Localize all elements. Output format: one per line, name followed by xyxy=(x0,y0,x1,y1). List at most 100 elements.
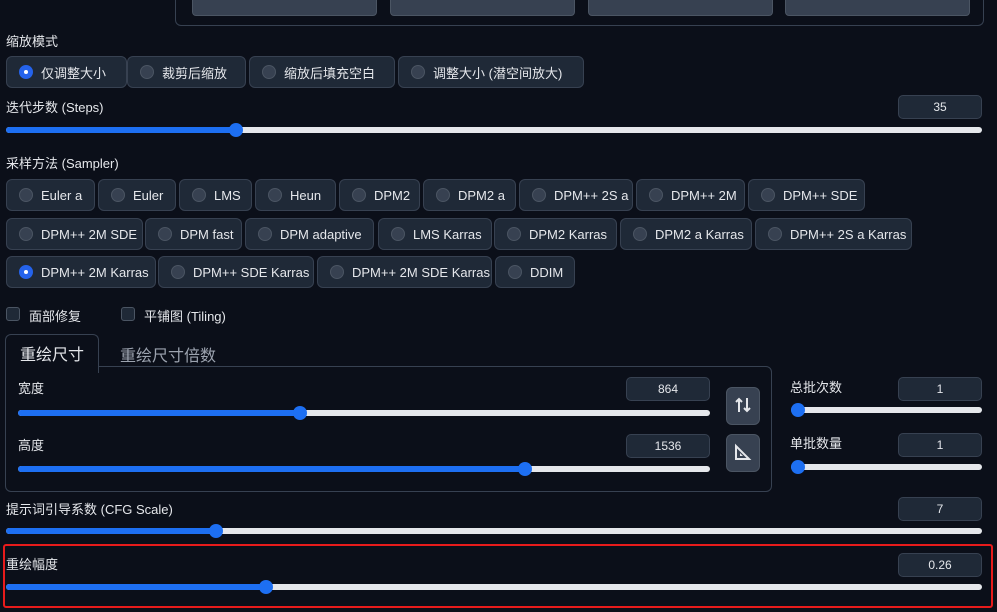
resize-mode-option-label: 调整大小 (潜空间放大) xyxy=(433,65,563,81)
height-input[interactable]: 1536 xyxy=(626,434,710,458)
sampler-option[interactable]: DPM++ 2S a xyxy=(519,179,633,211)
radio-icon xyxy=(19,227,33,241)
radio-icon xyxy=(262,65,276,79)
radio-icon xyxy=(411,65,425,79)
tiling-checkbox[interactable] xyxy=(121,307,135,321)
slider-thumb[interactable] xyxy=(259,580,273,594)
batch-count-slider[interactable] xyxy=(791,402,982,418)
cfg-scale-slider[interactable] xyxy=(6,523,982,539)
height-slider[interactable] xyxy=(18,461,710,477)
sampler-option[interactable]: Euler a xyxy=(6,179,95,211)
sampler-option[interactable]: Euler xyxy=(98,179,176,211)
swap-dimensions-button[interactable] xyxy=(726,387,760,425)
radio-icon xyxy=(111,188,125,202)
width-slider[interactable] xyxy=(18,405,710,421)
radio-icon xyxy=(633,227,647,241)
sampler-option[interactable]: DDIM xyxy=(495,256,575,288)
slider-fill xyxy=(6,584,263,590)
batch-count-input[interactable]: 1 xyxy=(898,377,982,401)
slider-thumb[interactable] xyxy=(517,462,532,476)
batch-size-label: 单批数量 xyxy=(790,436,843,451)
sampler-option[interactable]: DPM2 Karras xyxy=(494,218,617,250)
tiling-label: 平铺图 (Tiling) xyxy=(144,309,226,324)
slider-fill xyxy=(6,528,212,534)
sampler-option[interactable]: DPM2 a Karras xyxy=(620,218,752,250)
sampler-option-label: DPM++ 2S a Karras xyxy=(790,226,907,242)
radio-icon xyxy=(330,265,344,279)
sampler-option[interactable]: DPM++ 2M SDE Karras xyxy=(317,256,492,288)
sampler-option-label: DDIM xyxy=(530,264,564,280)
sampler-option-label: Euler a xyxy=(41,187,83,203)
top-button-3[interactable] xyxy=(588,0,773,16)
sampler-option[interactable]: DPM++ 2M xyxy=(636,179,745,211)
radio-icon xyxy=(532,188,546,202)
resize-mode-option-label: 裁剪后缩放 xyxy=(162,65,228,81)
sampler-option-label: DPM fast xyxy=(180,226,234,242)
denoising-slider[interactable] xyxy=(6,579,982,595)
top-button-4[interactable] xyxy=(785,0,970,16)
resize-mode-option[interactable]: 缩放后填充空白 xyxy=(249,56,395,88)
radio-icon xyxy=(171,265,185,279)
resize-mode-label: 缩放模式 xyxy=(6,34,59,49)
batch-size-input[interactable]: 1 xyxy=(898,433,982,457)
radio-icon xyxy=(768,227,782,241)
slider-track xyxy=(791,464,982,470)
resize-mode-option[interactable]: 裁剪后缩放 xyxy=(127,56,246,88)
radio-icon xyxy=(258,227,272,241)
radio-icon xyxy=(436,188,450,202)
radio-icon xyxy=(19,65,33,79)
sampler-option[interactable]: DPM2 a xyxy=(423,179,516,211)
steps-input[interactable]: 35 xyxy=(898,95,982,119)
resize-mode-option[interactable]: 调整大小 (潜空间放大) xyxy=(398,56,584,88)
cfg-scale-label: 提示词引导系数 (CFG Scale) xyxy=(6,502,173,517)
batch-count-label: 总批次数 xyxy=(790,380,843,395)
sampler-option[interactable]: LMS xyxy=(179,179,252,211)
triangle-ruler-icon xyxy=(734,443,752,464)
steps-label: 迭代步数 (Steps) xyxy=(6,100,104,115)
sampler-option-label: DPM2 Karras xyxy=(529,226,608,242)
sampler-option[interactable]: DPM adaptive xyxy=(245,218,374,250)
sampler-option-label: DPM++ 2M SDE Karras xyxy=(352,264,490,280)
sampler-option[interactable]: LMS Karras xyxy=(378,218,492,250)
sampler-option[interactable]: DPM++ 2M SDE xyxy=(6,218,143,250)
face-restore-checkbox[interactable] xyxy=(6,307,20,321)
radio-icon xyxy=(508,265,522,279)
slider-thumb[interactable] xyxy=(229,123,244,137)
slider-thumb[interactable] xyxy=(791,403,805,417)
sampler-option-label: DPM++ 2M xyxy=(671,187,737,203)
swap-dimensions-icon xyxy=(735,396,751,417)
steps-slider[interactable] xyxy=(6,122,982,138)
radio-icon xyxy=(391,227,405,241)
slider-thumb[interactable] xyxy=(208,524,223,538)
sampler-option-label: Euler xyxy=(133,187,164,203)
batch-size-slider[interactable] xyxy=(791,459,982,475)
sampler-option[interactable]: DPM++ 2S a Karras xyxy=(755,218,912,250)
tab-resize-by[interactable]: 重绘尺寸倍数 xyxy=(120,342,216,366)
sampler-option[interactable]: DPM fast xyxy=(145,218,242,250)
resize-mode-option[interactable]: 仅调整大小 xyxy=(6,56,127,88)
tab-resize-to[interactable]: 重绘尺寸 xyxy=(5,334,100,373)
cfg-scale-input[interactable]: 7 xyxy=(898,497,982,521)
sampler-option-label: DPM2 a xyxy=(458,187,505,203)
height-label: 高度 xyxy=(18,438,45,453)
slider-thumb[interactable] xyxy=(791,460,805,474)
radio-icon xyxy=(352,188,366,202)
top-button-1[interactable] xyxy=(192,0,377,16)
width-input[interactable]: 864 xyxy=(626,377,710,401)
sampler-option[interactable]: DPM++ SDE Karras xyxy=(158,256,314,288)
denoising-input[interactable]: 0.26 xyxy=(898,553,982,577)
sampler-option[interactable]: Heun xyxy=(255,179,336,211)
radio-icon xyxy=(761,188,775,202)
radio-icon xyxy=(19,188,33,202)
aspect-ratio-button[interactable] xyxy=(726,434,760,472)
sampler-option[interactable]: DPM++ 2M Karras xyxy=(6,256,156,288)
top-button-2[interactable] xyxy=(390,0,575,16)
highlight-box xyxy=(3,544,993,608)
slider-fill xyxy=(6,127,233,133)
radio-icon xyxy=(19,265,33,279)
slider-thumb[interactable] xyxy=(293,406,308,420)
sampler-option-label: DPM++ SDE Karras xyxy=(193,264,310,280)
sampler-option-label: DPM++ 2M Karras xyxy=(41,264,149,280)
sampler-option[interactable]: DPM2 xyxy=(339,179,420,211)
sampler-option[interactable]: DPM++ SDE xyxy=(748,179,865,211)
